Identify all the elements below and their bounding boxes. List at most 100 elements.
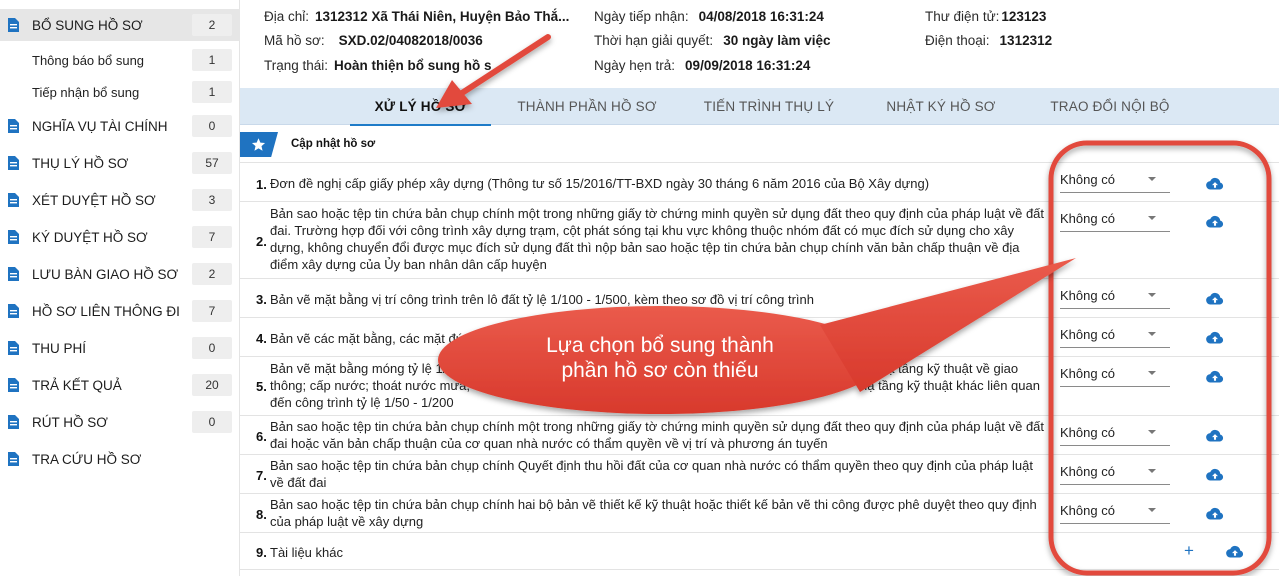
received-info: Ngày tiếp nhận: 04/08/2018 16:31:24	[594, 9, 824, 24]
select-value: Không có	[1060, 211, 1115, 226]
phone-value: 1312312	[999, 33, 1053, 48]
tab-tien-trinh-thu-ly[interactable]: TIẾN TRÌNH THỤ LÝ	[685, 88, 853, 125]
status-label: Trạng thái:	[264, 58, 329, 73]
address-value: 1312312 Xã Thái Niên, Huyện Bảo Thắ...	[315, 9, 570, 24]
availability-select[interactable]: Không có	[1060, 285, 1170, 309]
callout-line-1: Lựa chọn bổ sung thành	[546, 334, 774, 357]
row-text: Đơn đề nghị cấp giấy phép xây dựng (Thôn…	[270, 176, 930, 191]
availability-select[interactable]: Không có	[1060, 208, 1170, 232]
sidebar-item-thong-bao-bo-sung[interactable]: Thông báo bổ sung 1	[0, 44, 240, 76]
sidebar-item-label: TRA CỨU HỒ SƠ	[32, 451, 142, 467]
sidebar-item-nghia-vu-tai-chinh[interactable]: NGHĨA VỤ TÀI CHÍNH 0	[0, 110, 240, 142]
availability-select[interactable]: Không có	[1060, 461, 1170, 485]
cloud-upload-icon[interactable]	[1206, 370, 1224, 384]
document-icon	[8, 230, 19, 244]
row-number: 7.	[256, 468, 267, 483]
deadline-info: Thời hạn giải quyết: 30 ngày làm việc	[594, 33, 831, 48]
cloud-upload-icon[interactable]	[1206, 429, 1224, 443]
tab-label: TIẾN TRÌNH THỤ LÝ	[703, 99, 835, 114]
chevron-down-icon	[1148, 332, 1156, 336]
sidebar-item-count: 57	[192, 152, 232, 174]
tab-trao-doi-noi-bo[interactable]: TRAO ĐỔI NỘI BỘ	[1030, 88, 1190, 125]
cloud-upload-icon[interactable]	[1206, 331, 1224, 345]
availability-select[interactable]: Không có	[1060, 363, 1170, 387]
availability-select[interactable]: Không có	[1060, 169, 1170, 193]
availability-select[interactable]: Không có	[1060, 500, 1170, 524]
code-value: SXD.02/04082018/0036	[338, 33, 483, 48]
cloud-upload-icon[interactable]	[1206, 507, 1224, 521]
sidebar-item-label: BỔ SUNG HỒ SƠ	[32, 17, 143, 33]
sidebar-item-rut-ho-so[interactable]: RÚT HỒ SƠ 0	[0, 406, 240, 438]
sidebar-item-ky-duyet-ho-so[interactable]: KÝ DUYỆT HỒ SƠ 7	[0, 221, 240, 253]
row-text: Bản sao hoặc tệp tin chứa bản chụp chính…	[270, 419, 1045, 451]
sidebar-item-label: RÚT HỒ SƠ	[32, 414, 108, 430]
email-label: Thư điện tử:	[925, 9, 1000, 24]
sidebar-item-luu-ban-giao-ho-so[interactable]: LƯU BÀN GIAO HỒ SƠ 2	[0, 258, 240, 290]
row-text: Bản sao hoặc tệp tin chứa bản chụp chính…	[270, 497, 1037, 529]
sidebar-item-thu-phi[interactable]: THU PHÍ 0	[0, 332, 240, 364]
sidebar-item-count: 1	[192, 81, 232, 103]
availability-select[interactable]: Không có	[1060, 422, 1170, 446]
sidebar-item-label: KÝ DUYỆT HỒ SƠ	[32, 229, 148, 245]
section-title: Cập nhật hồ sơ	[291, 138, 376, 150]
chevron-down-icon	[1148, 430, 1156, 434]
sidebar-item-tiep-nhan-bo-sung[interactable]: Tiếp nhận bổ sung 1	[0, 76, 240, 108]
phone-label: Điện thoại:	[925, 33, 990, 48]
deadline-label: Thời hạn giải quyết:	[594, 33, 714, 48]
appointment-value: 09/09/2018 16:31:24	[685, 58, 811, 73]
row-number: 4.	[256, 331, 267, 346]
tab-label: XỬ LÝ HỒ SƠ	[374, 99, 467, 114]
document-icon	[8, 452, 19, 466]
sidebar-item-bo-sung-ho-so[interactable]: BỔ SUNG HỒ SƠ 2	[0, 9, 240, 41]
status-value: Hoàn thiện bổ sung hồ s	[334, 58, 492, 73]
sidebar-item-count: 3	[192, 189, 232, 211]
document-row: 7. Bản sao hoặc tệp tin chứa bản chụp ch…	[240, 454, 1279, 493]
cloud-upload-icon[interactable]	[1206, 468, 1224, 482]
sidebar-item-tra-ket-qua[interactable]: TRẢ KẾT QUẢ 20	[0, 369, 240, 401]
sidebar-item-ho-so-lien-thong-di[interactable]: HỒ SƠ LIÊN THÔNG ĐI 7	[0, 295, 240, 327]
document-icon	[8, 341, 19, 355]
sidebar-item-label: LƯU BÀN GIAO HỒ SƠ	[32, 266, 179, 282]
row-text: Bản sao hoặc tệp tin chứa bản chụp chính…	[270, 458, 1033, 490]
document-icon	[8, 415, 19, 429]
document-row: 9. Tài liệu khác +	[240, 532, 1279, 570]
sidebar: BỔ SUNG HỒ SƠ 2 Thông báo bổ sung 1 Tiếp…	[0, 0, 240, 576]
row-number: 6.	[256, 429, 267, 444]
email-info: Thư điện tử: 123123	[925, 9, 1046, 24]
tab-nhat-ky-ho-so[interactable]: NHẬT KÝ HỒ SƠ	[870, 88, 1012, 125]
sidebar-item-label: THỤ LÝ HỒ SƠ	[32, 155, 129, 171]
add-button[interactable]: +	[1184, 541, 1194, 561]
sidebar-item-label: Tiếp nhận bổ sung	[32, 84, 140, 100]
appointment-label: Ngày hẹn trả:	[594, 58, 676, 73]
sidebar-item-xet-duyet-ho-so[interactable]: XÉT DUYỆT HỒ SƠ 3	[0, 184, 240, 216]
chevron-down-icon	[1148, 508, 1156, 512]
select-value: Không có	[1060, 327, 1115, 342]
select-value: Không có	[1060, 464, 1115, 479]
row-text-right: hạ tầng kỹ thuật về giao	[880, 361, 1019, 376]
appointment-info: Ngày hẹn trả: 09/09/2018 16:31:24	[594, 58, 810, 73]
document-icon	[8, 304, 19, 318]
cloud-upload-icon[interactable]	[1206, 177, 1224, 191]
cloud-upload-icon[interactable]	[1226, 545, 1244, 559]
received-value: 04/08/2018 16:31:24	[698, 9, 824, 24]
sidebar-item-count: 20	[192, 374, 232, 396]
cloud-upload-icon[interactable]	[1206, 215, 1224, 229]
sidebar-item-label: TRẢ KẾT QUẢ	[32, 377, 122, 393]
cloud-upload-icon[interactable]	[1206, 292, 1224, 306]
document-icon	[8, 378, 19, 392]
email-value: 123123	[1001, 9, 1047, 24]
select-value: Không có	[1060, 366, 1115, 381]
sidebar-item-count: 7	[192, 226, 232, 248]
availability-select[interactable]: Không có	[1060, 324, 1170, 348]
document-row: 1. Đơn đề nghị cấp giấy phép xây dựng (T…	[240, 162, 1279, 201]
document-row: 2. Bản sao hoặc tệp tin chứa bản chụp ch…	[240, 201, 1279, 278]
deadline-value: 30 ngày làm việc	[723, 33, 831, 48]
document-icon	[8, 267, 19, 281]
tab-thanh-phan-ho-so[interactable]: THÀNH PHẦN HỒ SƠ	[502, 88, 672, 125]
sidebar-item-tra-cuu-ho-so[interactable]: TRA CỨU HỒ SƠ	[0, 443, 240, 475]
document-row: 6. Bản sao hoặc tệp tin chứa bản chụp ch…	[240, 415, 1279, 454]
sidebar-item-label: NGHĨA VỤ TÀI CHÍNH	[32, 118, 168, 134]
tab-xu-ly-ho-so[interactable]: XỬ LÝ HỒ SƠ	[350, 88, 491, 126]
sidebar-item-thu-ly-ho-so[interactable]: THỤ LÝ HỒ SƠ 57	[0, 147, 240, 179]
row-text: Bản vẽ mặt bằng móng tỷ lệ 1/1	[270, 361, 454, 376]
